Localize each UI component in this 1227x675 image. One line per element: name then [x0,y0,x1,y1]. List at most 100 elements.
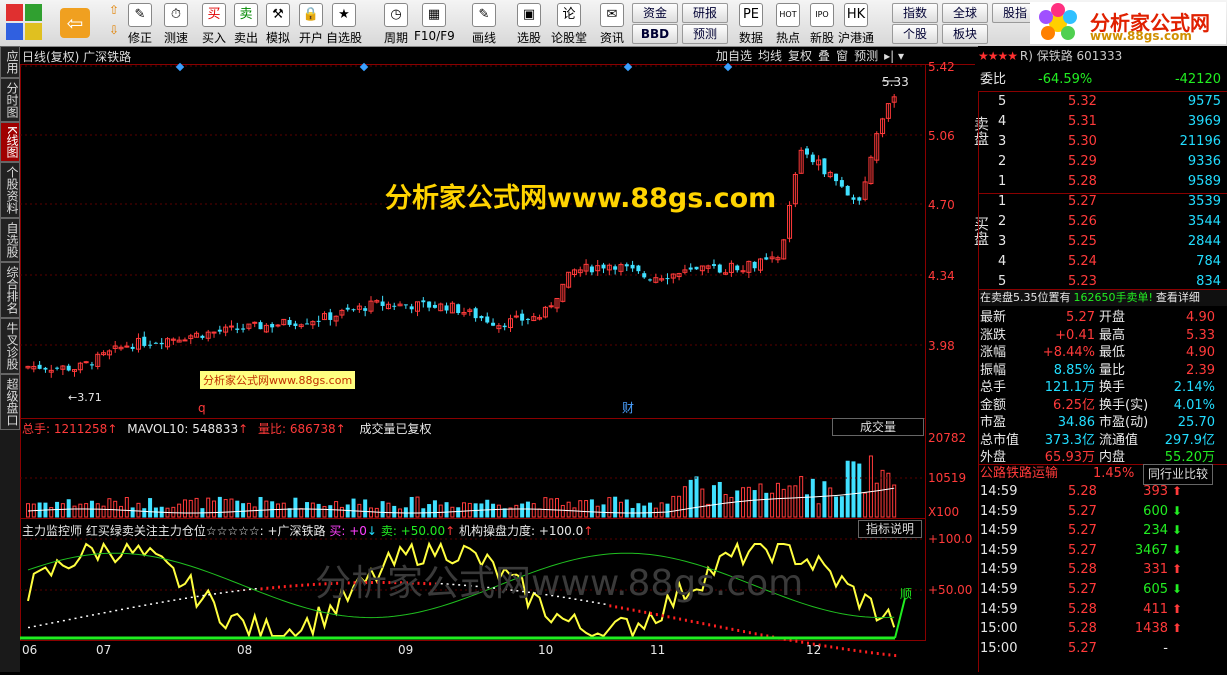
sidebar-tab-6[interactable]: 牛叉诊股 [0,317,20,374]
price-axis-label: 4.34 [928,269,955,283]
toolbar-button-0[interactable]: ✎ 修正 [120,2,160,45]
ask-level: 1 [998,174,1007,189]
toolbar-small-button[interactable]: 指数 [892,3,938,23]
candle-body [525,318,530,320]
tick-price: 5.27 [1068,503,1097,519]
bid-level: 1 [998,194,1007,209]
toolbar-button-16[interactable]: HK 沪港通 [836,2,876,45]
volume-bar [601,504,606,518]
bid-row[interactable]: 4 5.24 784 [978,252,1227,271]
volume-bar [235,500,240,518]
toolbar-small-button[interactable]: 研报 [682,3,728,23]
kline-chart-area: 5.42 5.06 4.70 4.34 3.98 5.33 ←3.71 q 财 20782 1051… [20,46,975,672]
toolbar-button-8[interactable]: ▦ F10/F9 [414,2,455,44]
sidebar-tab-7[interactable]: 超级盘口 [0,373,20,430]
toolbar-button-7[interactable]: ◷ 周期 [376,2,416,45]
volume-button[interactable]: 成交量 [832,418,924,436]
volume-header: 总手: 1211258↑ MAVOL10: 548833↑ 量比: 686738… [22,422,432,436]
chart-top-button[interactable]: 窗 [836,47,848,64]
volume-bar [741,487,746,518]
tick-time: 14:59 [980,601,1018,617]
price-axis-label: 5.42 [928,60,955,74]
app-logo-icon[interactable] [6,4,42,40]
stat-label: 市盈 [980,415,1007,430]
toolbar-button-13[interactable]: PE 数据 [731,2,771,45]
sidebar-tab-1[interactable]: 分时图 [0,78,20,122]
toolbar-button-6[interactable]: ★ 自选股 [324,2,364,45]
toolbar-small-button[interactable]: 预测 [682,24,728,44]
bid-row[interactable]: 2 5.26 3544 [978,212,1227,231]
candle-body [351,309,356,311]
stat-value: 4.90 [1186,345,1215,360]
toolbar-small-button[interactable]: 全球 [942,3,988,23]
toolbar-button-11[interactable]: 论论股堂 [549,2,589,45]
toolbar-small-button[interactable]: BBD [632,24,678,44]
chart-top-button[interactable]: 复权 [788,47,812,64]
indicator-dot [696,621,699,625]
candle-body [717,264,722,273]
arrow-up-icon: ⬆ [1172,484,1183,498]
candle-body [403,304,408,306]
candle-body [502,325,507,328]
indicator-dot [28,626,30,629]
chart-top-button[interactable]: 加自选 [716,47,752,64]
toolbar-button-12[interactable]: ✉ 资讯 [592,2,632,45]
indicator-dot [655,613,658,617]
candle-body [148,344,153,346]
indicator-dot [824,644,827,648]
stat-value: 8.85% [1053,362,1095,378]
ask-volume: 9575 [1187,94,1221,109]
candle-body [83,361,89,364]
chart-top-button[interactable]: 叠 [818,47,830,64]
volume-bar [694,476,699,518]
chart-top-button[interactable]: 预测 [854,47,878,64]
ask-row[interactable]: 3 5.30 21196 [978,132,1227,151]
toolbar-button-9[interactable]: ✎ 画线 [464,2,504,45]
logo-url: www.88gs.com [1090,29,1192,43]
volume-bar [374,507,379,518]
ask-row[interactable]: 2 5.29 9336 [978,152,1227,171]
sidebar-tab-3[interactable]: 个股资料 [0,161,20,218]
candle-body [752,261,757,269]
toolbar-button-1[interactable]: ⏱ 测速 [156,2,196,45]
chart-menu-arrow-icon[interactable]: ▸| ▾ [884,49,904,63]
volume-bar [293,497,298,518]
volume-bar [892,484,897,518]
toolbar-small-button[interactable]: 个股 [892,24,938,44]
ask-row[interactable]: 1 5.28 9589 [978,172,1227,191]
volume-bar [316,503,321,518]
bid-row[interactable]: 1 5.27 3539 [978,192,1227,211]
sector-row[interactable]: 公路铁路运输 1.45% 同行业比较 [978,464,1227,485]
toolbar-button-10[interactable]: ▣ 选股 [509,2,549,45]
stat-value: +0.41 [1055,327,1095,343]
sidebar-tab-2[interactable]: K线图 [0,122,20,162]
ask-row[interactable]: 4 5.31 3969 [978,112,1227,131]
sidebar-tab-4[interactable]: 自选股 [0,217,20,262]
bid-row[interactable]: 3 5.25 2844 [978,232,1227,251]
indicator-help-button[interactable]: 指标说明 [858,520,922,538]
volume-bar [729,496,734,518]
volume-bar [700,488,705,518]
indicator-dot [237,590,240,592]
indicator-dot [708,623,711,627]
volume-axis-label: 20782 [928,431,966,445]
candle-body [270,323,275,328]
indicator-dot [62,619,65,622]
back-button[interactable]: ⇦ [60,8,90,38]
stat-row: 市盈 34.86 市盈(动) 25.70 [978,413,1227,432]
price-axis-label: 4.70 [928,198,955,212]
arrow-up-icon: ⬆ [1172,562,1183,577]
toolbar-small-button[interactable]: 板块 [942,24,988,44]
volume-bar [491,503,496,518]
tick-time: 14:59 [980,503,1018,519]
sidebar-tab-0[interactable]: 应用 [0,46,20,78]
chart-top-button[interactable]: 均线 [758,47,782,64]
big-order-notice[interactable]: 在卖盘5.35位置有 162650手卖单! 查看详细 [980,290,1227,306]
volume-bar [432,500,437,518]
candle-body [665,278,670,280]
indicator-dot [196,595,199,598]
sidebar-tab-5[interactable]: 综合排名 [0,261,20,318]
indicator-dot [161,601,164,603]
toolbar-small-button[interactable]: 资金 [632,3,678,23]
ask-row[interactable]: 5 5.32 9575 [978,92,1227,111]
